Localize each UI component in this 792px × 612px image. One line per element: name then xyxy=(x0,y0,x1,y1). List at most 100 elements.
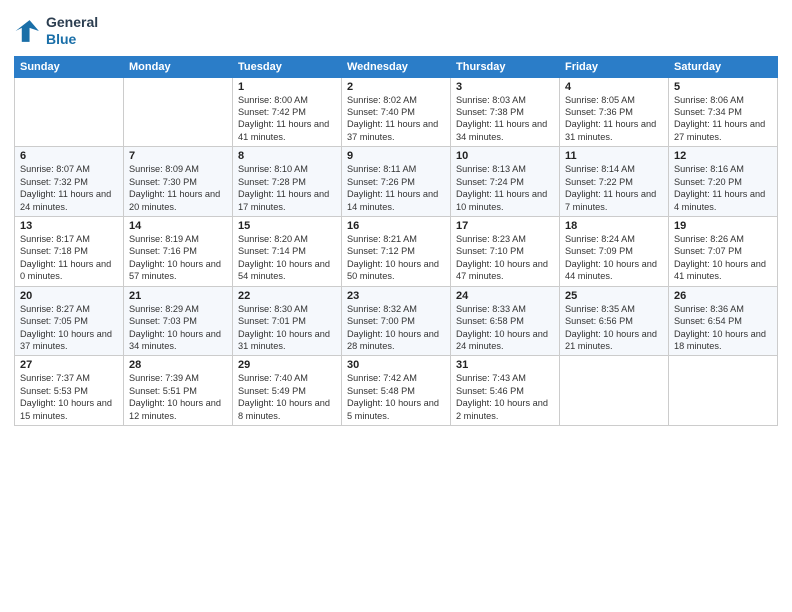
day-number: 19 xyxy=(674,220,772,232)
calendar-cell: 29Sunrise: 7:40 AMSunset: 5:49 PMDayligh… xyxy=(233,356,342,426)
day-number: 31 xyxy=(456,359,554,371)
day-number: 27 xyxy=(20,359,118,371)
day-number: 21 xyxy=(129,290,227,302)
cell-details: Sunrise: 8:00 AMSunset: 7:42 PMDaylight:… xyxy=(238,94,336,144)
calendar-row: 27Sunrise: 7:37 AMSunset: 5:53 PMDayligh… xyxy=(15,356,778,426)
day-number: 15 xyxy=(238,220,336,232)
cell-details: Sunrise: 8:11 AMSunset: 7:26 PMDaylight:… xyxy=(347,163,445,213)
calendar-cell: 27Sunrise: 7:37 AMSunset: 5:53 PMDayligh… xyxy=(15,356,124,426)
logo-line1: General xyxy=(46,14,98,31)
calendar-cell: 6Sunrise: 8:07 AMSunset: 7:32 PMDaylight… xyxy=(15,147,124,217)
day-number: 23 xyxy=(347,290,445,302)
cell-details: Sunrise: 8:32 AMSunset: 7:00 PMDaylight:… xyxy=(347,303,445,353)
logo-icon xyxy=(14,17,42,45)
cell-details: Sunrise: 8:10 AMSunset: 7:28 PMDaylight:… xyxy=(238,163,336,213)
calendar-cell: 15Sunrise: 8:20 AMSunset: 7:14 PMDayligh… xyxy=(233,216,342,286)
calendar-cell xyxy=(124,77,233,147)
day-number: 28 xyxy=(129,359,227,371)
weekday-header: Tuesday xyxy=(233,56,342,77)
weekday-header-row: SundayMondayTuesdayWednesdayThursdayFrid… xyxy=(15,56,778,77)
weekday-header: Sunday xyxy=(15,56,124,77)
cell-details: Sunrise: 8:20 AMSunset: 7:14 PMDaylight:… xyxy=(238,233,336,283)
calendar-cell: 26Sunrise: 8:36 AMSunset: 6:54 PMDayligh… xyxy=(669,286,778,356)
day-number: 16 xyxy=(347,220,445,232)
calendar-page: General Blue SundayMondayTuesdayWednesda… xyxy=(0,0,792,612)
day-number: 30 xyxy=(347,359,445,371)
cell-details: Sunrise: 8:16 AMSunset: 7:20 PMDaylight:… xyxy=(674,163,772,213)
weekday-header: Monday xyxy=(124,56,233,77)
cell-details: Sunrise: 8:26 AMSunset: 7:07 PMDaylight:… xyxy=(674,233,772,283)
cell-details: Sunrise: 8:05 AMSunset: 7:36 PMDaylight:… xyxy=(565,94,663,144)
day-number: 29 xyxy=(238,359,336,371)
calendar-cell: 17Sunrise: 8:23 AMSunset: 7:10 PMDayligh… xyxy=(451,216,560,286)
cell-details: Sunrise: 8:14 AMSunset: 7:22 PMDaylight:… xyxy=(565,163,663,213)
day-number: 11 xyxy=(565,150,663,162)
day-number: 6 xyxy=(20,150,118,162)
cell-details: Sunrise: 8:36 AMSunset: 6:54 PMDaylight:… xyxy=(674,303,772,353)
calendar-cell: 16Sunrise: 8:21 AMSunset: 7:12 PMDayligh… xyxy=(342,216,451,286)
cell-details: Sunrise: 8:24 AMSunset: 7:09 PMDaylight:… xyxy=(565,233,663,283)
cell-details: Sunrise: 8:09 AMSunset: 7:30 PMDaylight:… xyxy=(129,163,227,213)
day-number: 9 xyxy=(347,150,445,162)
calendar-cell: 23Sunrise: 8:32 AMSunset: 7:00 PMDayligh… xyxy=(342,286,451,356)
day-number: 26 xyxy=(674,290,772,302)
calendar-cell: 4Sunrise: 8:05 AMSunset: 7:36 PMDaylight… xyxy=(560,77,669,147)
cell-details: Sunrise: 8:30 AMSunset: 7:01 PMDaylight:… xyxy=(238,303,336,353)
calendar-cell: 13Sunrise: 8:17 AMSunset: 7:18 PMDayligh… xyxy=(15,216,124,286)
cell-details: Sunrise: 8:17 AMSunset: 7:18 PMDaylight:… xyxy=(20,233,118,283)
cell-details: Sunrise: 8:29 AMSunset: 7:03 PMDaylight:… xyxy=(129,303,227,353)
calendar-cell xyxy=(15,77,124,147)
calendar-table: SundayMondayTuesdayWednesdayThursdayFrid… xyxy=(14,56,778,426)
day-number: 24 xyxy=(456,290,554,302)
calendar-cell xyxy=(560,356,669,426)
cell-details: Sunrise: 7:37 AMSunset: 5:53 PMDaylight:… xyxy=(20,372,118,422)
cell-details: Sunrise: 8:33 AMSunset: 6:58 PMDaylight:… xyxy=(456,303,554,353)
day-number: 22 xyxy=(238,290,336,302)
day-number: 10 xyxy=(456,150,554,162)
day-number: 18 xyxy=(565,220,663,232)
calendar-cell: 30Sunrise: 7:42 AMSunset: 5:48 PMDayligh… xyxy=(342,356,451,426)
calendar-cell: 12Sunrise: 8:16 AMSunset: 7:20 PMDayligh… xyxy=(669,147,778,217)
cell-details: Sunrise: 8:19 AMSunset: 7:16 PMDaylight:… xyxy=(129,233,227,283)
calendar-row: 13Sunrise: 8:17 AMSunset: 7:18 PMDayligh… xyxy=(15,216,778,286)
logo: General Blue xyxy=(14,14,98,48)
day-number: 8 xyxy=(238,150,336,162)
day-number: 7 xyxy=(129,150,227,162)
day-number: 5 xyxy=(674,81,772,93)
weekday-header: Wednesday xyxy=(342,56,451,77)
day-number: 4 xyxy=(565,81,663,93)
cell-details: Sunrise: 8:27 AMSunset: 7:05 PMDaylight:… xyxy=(20,303,118,353)
day-number: 1 xyxy=(238,81,336,93)
weekday-header: Saturday xyxy=(669,56,778,77)
calendar-cell: 28Sunrise: 7:39 AMSunset: 5:51 PMDayligh… xyxy=(124,356,233,426)
header: General Blue xyxy=(14,10,778,48)
calendar-cell: 3Sunrise: 8:03 AMSunset: 7:38 PMDaylight… xyxy=(451,77,560,147)
cell-details: Sunrise: 8:21 AMSunset: 7:12 PMDaylight:… xyxy=(347,233,445,283)
calendar-cell: 14Sunrise: 8:19 AMSunset: 7:16 PMDayligh… xyxy=(124,216,233,286)
calendar-cell xyxy=(669,356,778,426)
calendar-cell: 8Sunrise: 8:10 AMSunset: 7:28 PMDaylight… xyxy=(233,147,342,217)
cell-details: Sunrise: 8:02 AMSunset: 7:40 PMDaylight:… xyxy=(347,94,445,144)
day-number: 25 xyxy=(565,290,663,302)
calendar-cell: 18Sunrise: 8:24 AMSunset: 7:09 PMDayligh… xyxy=(560,216,669,286)
calendar-cell: 19Sunrise: 8:26 AMSunset: 7:07 PMDayligh… xyxy=(669,216,778,286)
cell-details: Sunrise: 8:35 AMSunset: 6:56 PMDaylight:… xyxy=(565,303,663,353)
calendar-cell: 24Sunrise: 8:33 AMSunset: 6:58 PMDayligh… xyxy=(451,286,560,356)
day-number: 2 xyxy=(347,81,445,93)
calendar-cell: 9Sunrise: 8:11 AMSunset: 7:26 PMDaylight… xyxy=(342,147,451,217)
calendar-cell: 1Sunrise: 8:00 AMSunset: 7:42 PMDaylight… xyxy=(233,77,342,147)
calendar-cell: 2Sunrise: 8:02 AMSunset: 7:40 PMDaylight… xyxy=(342,77,451,147)
calendar-cell: 21Sunrise: 8:29 AMSunset: 7:03 PMDayligh… xyxy=(124,286,233,356)
day-number: 13 xyxy=(20,220,118,232)
calendar-cell: 11Sunrise: 8:14 AMSunset: 7:22 PMDayligh… xyxy=(560,147,669,217)
cell-details: Sunrise: 8:23 AMSunset: 7:10 PMDaylight:… xyxy=(456,233,554,283)
calendar-cell: 25Sunrise: 8:35 AMSunset: 6:56 PMDayligh… xyxy=(560,286,669,356)
day-number: 17 xyxy=(456,220,554,232)
calendar-cell: 20Sunrise: 8:27 AMSunset: 7:05 PMDayligh… xyxy=(15,286,124,356)
cell-details: Sunrise: 7:39 AMSunset: 5:51 PMDaylight:… xyxy=(129,372,227,422)
logo-line2: Blue xyxy=(46,31,98,48)
cell-details: Sunrise: 8:13 AMSunset: 7:24 PMDaylight:… xyxy=(456,163,554,213)
calendar-row: 20Sunrise: 8:27 AMSunset: 7:05 PMDayligh… xyxy=(15,286,778,356)
cell-details: Sunrise: 8:03 AMSunset: 7:38 PMDaylight:… xyxy=(456,94,554,144)
day-number: 14 xyxy=(129,220,227,232)
